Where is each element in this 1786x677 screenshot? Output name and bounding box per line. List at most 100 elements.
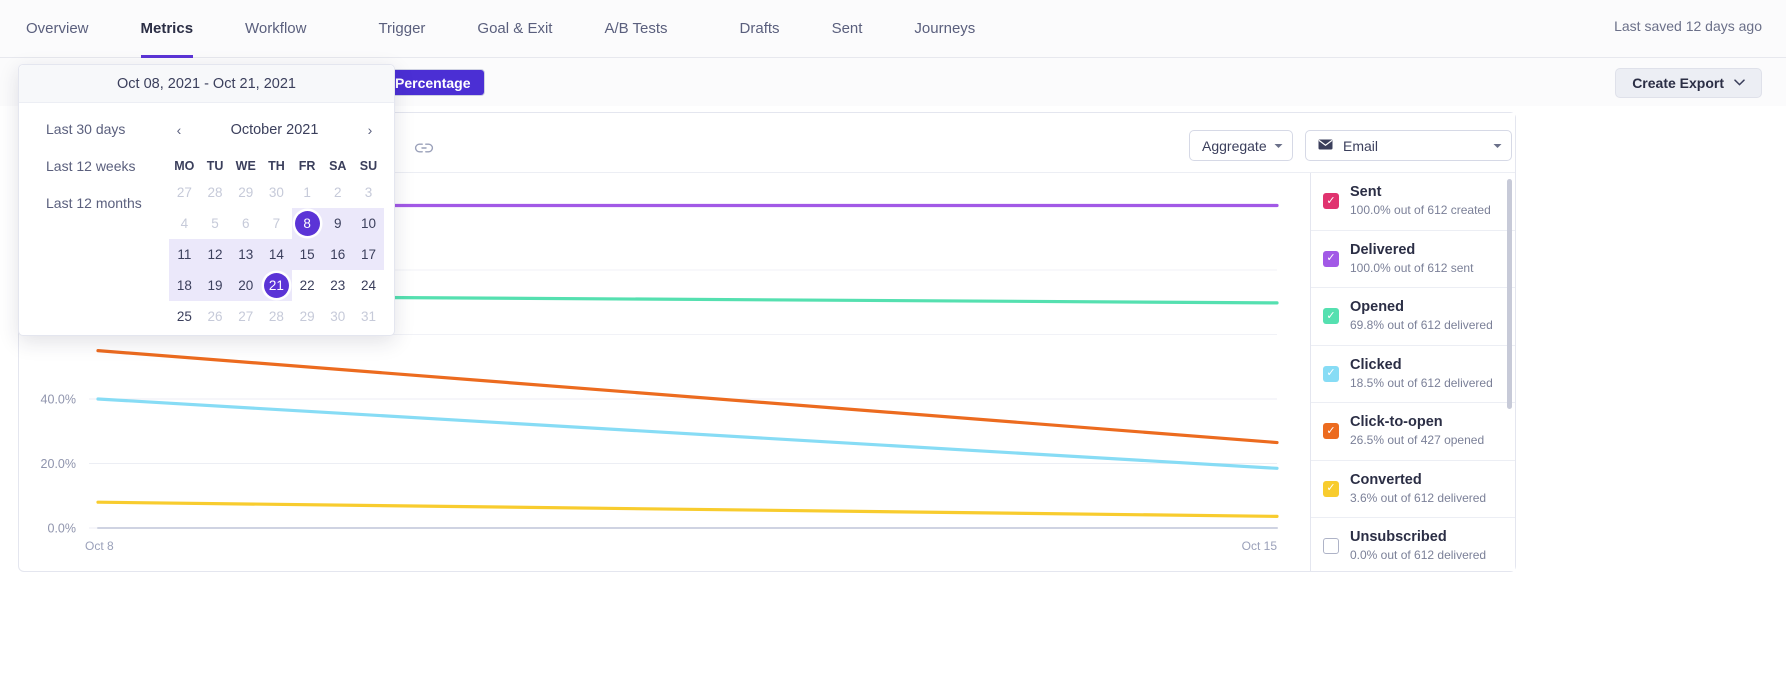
- legend-item-converted[interactable]: ✓ Converted 3.6% out of 612 delivered: [1311, 461, 1515, 518]
- calendar-day-27[interactable]: 27: [230, 301, 261, 332]
- preset-last-12-weeks[interactable]: Last 12 weeks: [46, 158, 169, 174]
- calendar-day-value: 14: [268, 247, 284, 262]
- nav-group-secondary: Trigger Goal & Exit A/B Tests: [378, 0, 667, 58]
- channel-dropdown-value: Email: [1343, 137, 1379, 154]
- y-axis-tick-label: 40.0%: [41, 393, 76, 407]
- calendar-day-8[interactable]: 8: [291, 208, 323, 239]
- calendar-day-value: 8: [294, 211, 320, 236]
- calendar-day-value: 13: [238, 247, 254, 262]
- legend-item-label: Converted: [1350, 471, 1422, 488]
- calendar-day-23[interactable]: 23: [322, 270, 353, 301]
- calendar-day-4[interactable]: 4: [169, 208, 200, 239]
- legend-item-text: Converted 3.6% out of 612 delivered: [1350, 471, 1487, 505]
- calendar-day-16[interactable]: 16: [322, 239, 354, 270]
- calendar-day-5[interactable]: 5: [200, 208, 231, 239]
- calendar-day-value: 26: [207, 309, 223, 324]
- calendar-day-29[interactable]: 29: [230, 177, 261, 208]
- legend-item-text: Click-to-open 26.5% out of 427 opened: [1350, 414, 1484, 447]
- calendar-day-7[interactable]: 7: [261, 208, 292, 239]
- tab-sent-label: Sent: [831, 20, 863, 37]
- series-line-click-to-open: [96, 349, 1279, 445]
- prev-month-icon[interactable]: ‹: [169, 122, 189, 138]
- tab-journeys[interactable]: Journeys: [914, 0, 975, 58]
- tab-overview[interactable]: Overview: [26, 0, 89, 58]
- checkbox-icon[interactable]: ✓: [1323, 250, 1339, 267]
- checkbox-icon[interactable]: ✓: [1323, 193, 1339, 210]
- calendar-day-29[interactable]: 29: [292, 301, 323, 332]
- calendar-day-24[interactable]: 24: [353, 270, 384, 301]
- calendar-day-19[interactable]: 19: [199, 270, 231, 301]
- calendar-day-11[interactable]: 11: [169, 239, 200, 270]
- checkbox-icon[interactable]: ✓: [1323, 365, 1339, 382]
- preset-last-12-months[interactable]: Last 12 months: [46, 195, 169, 211]
- legend-item-label: Click-to-open: [1350, 414, 1443, 431]
- caret-down-icon-channel: [1493, 140, 1502, 152]
- calendar-day-value: 18: [176, 278, 192, 293]
- top-navigation: Overview Metrics Workflow Trigger Goal &…: [0, 0, 1786, 58]
- tab-metrics[interactable]: Metrics: [140, 0, 193, 58]
- next-month-icon[interactable]: ›: [360, 122, 380, 138]
- calendar-day-17[interactable]: 17: [353, 239, 384, 270]
- calendar-day-28[interactable]: 28: [261, 301, 292, 332]
- create-export-button[interactable]: Create Export: [1615, 68, 1762, 98]
- tab-workflow-label: Workflow: [245, 20, 307, 37]
- checkbox-icon[interactable]: ✓: [1323, 423, 1339, 440]
- legend-scrollbar[interactable]: [1507, 179, 1512, 409]
- aggregate-dropdown[interactable]: Aggregate: [1189, 130, 1293, 161]
- checkbox-icon[interactable]: [1323, 538, 1339, 555]
- legend-item-sent[interactable]: ✓ Sent 100.0% out of 612 created: [1311, 173, 1515, 231]
- checkbox-icon[interactable]: ✓: [1323, 480, 1339, 497]
- tab-sent[interactable]: Sent: [832, 0, 863, 58]
- calendar-day-1[interactable]: 1: [292, 177, 323, 208]
- calendar-day-27[interactable]: 27: [169, 177, 200, 208]
- calendar-day-3[interactable]: 3: [353, 177, 384, 208]
- calendar-day-value: 19: [207, 278, 223, 293]
- tab-workflow[interactable]: Workflow: [245, 0, 306, 58]
- tab-drafts[interactable]: Drafts: [740, 0, 780, 58]
- calendar-day-12[interactable]: 12: [199, 239, 231, 270]
- calendar-day-28[interactable]: 28: [200, 177, 231, 208]
- calendar-day-14[interactable]: 14: [261, 239, 292, 270]
- tab-goal-exit[interactable]: Goal & Exit: [477, 0, 552, 58]
- metrics-legend-panel[interactable]: ✓ Sent 100.0% out of 612 created ✓ Delivered…: [1310, 173, 1515, 571]
- calendar-day-31[interactable]: 31: [353, 301, 384, 332]
- calendar-day-21[interactable]: 21: [261, 270, 292, 301]
- legend-item-text: Delivered 100.0% out of 612 sent: [1350, 242, 1473, 275]
- calendar-day-2[interactable]: 2: [322, 177, 353, 208]
- calendar-day-25[interactable]: 25: [169, 301, 200, 332]
- calendar-day-6[interactable]: 6: [230, 208, 261, 239]
- tab-ab-tests[interactable]: A/B Tests: [604, 0, 667, 58]
- legend-item-label: Clicked: [1350, 356, 1402, 373]
- calendar-day-15[interactable]: 15: [291, 239, 323, 270]
- legend-item-unsubscribed[interactable]: Unsubscribed 0.0% out of 612 delivered: [1311, 518, 1515, 571]
- legend-item-text: Unsubscribed 0.0% out of 612 delivered: [1350, 529, 1486, 562]
- calendar: ‹ October 2021 › MO TU WE TH FR SA SU 27 28 29 30 1…: [169, 115, 384, 332]
- tab-drafts-label: Drafts: [739, 20, 780, 37]
- calendar-day-value: 11: [177, 247, 192, 262]
- calendar-day-20[interactable]: 20: [230, 270, 262, 301]
- calendar-day-value: 30: [268, 185, 284, 200]
- calendar-day-value: 4: [180, 216, 189, 231]
- calendar-day-30[interactable]: 30: [261, 177, 292, 208]
- link-icon[interactable]: [414, 141, 434, 155]
- legend-item-clicked[interactable]: ✓ Clicked 18.5% out of 612 delivered: [1311, 346, 1515, 403]
- preset-last-30-days[interactable]: Last 30 days: [46, 121, 169, 137]
- calendar-day-22[interactable]: 22: [292, 270, 323, 301]
- calendar-grid: MO TU WE TH FR SA SU 27 28 29 30 1 2 3 4 5 6 7 8 9 10 11 12 13 1…: [169, 155, 384, 332]
- calendar-day-30[interactable]: 30: [322, 301, 353, 332]
- calendar-day-value: 6: [241, 216, 250, 231]
- calendar-day-value: 27: [176, 185, 192, 200]
- legend-item-opened[interactable]: ✓ Opened 69.8% out of 612 delivered: [1311, 288, 1515, 346]
- legend-item-stat: 3.6% out of 612 delivered: [1350, 490, 1487, 505]
- checkbox-icon[interactable]: ✓: [1323, 308, 1339, 325]
- tab-trigger[interactable]: Trigger: [378, 0, 425, 58]
- percentage-toggle-button[interactable]: Percentage: [381, 70, 485, 95]
- legend-item-click-to-open[interactable]: ✓ Click-to-open 26.5% out of 427 opened: [1311, 403, 1515, 461]
- calendar-day-26[interactable]: 26: [200, 301, 231, 332]
- channel-dropdown[interactable]: Email: [1305, 130, 1512, 161]
- calendar-day-9[interactable]: 9: [322, 208, 354, 239]
- legend-item-delivered[interactable]: ✓ Delivered 100.0% out of 612 sent: [1311, 231, 1515, 288]
- calendar-day-13[interactable]: 13: [230, 239, 262, 270]
- calendar-day-10[interactable]: 10: [353, 208, 384, 239]
- calendar-day-18[interactable]: 18: [169, 270, 200, 301]
